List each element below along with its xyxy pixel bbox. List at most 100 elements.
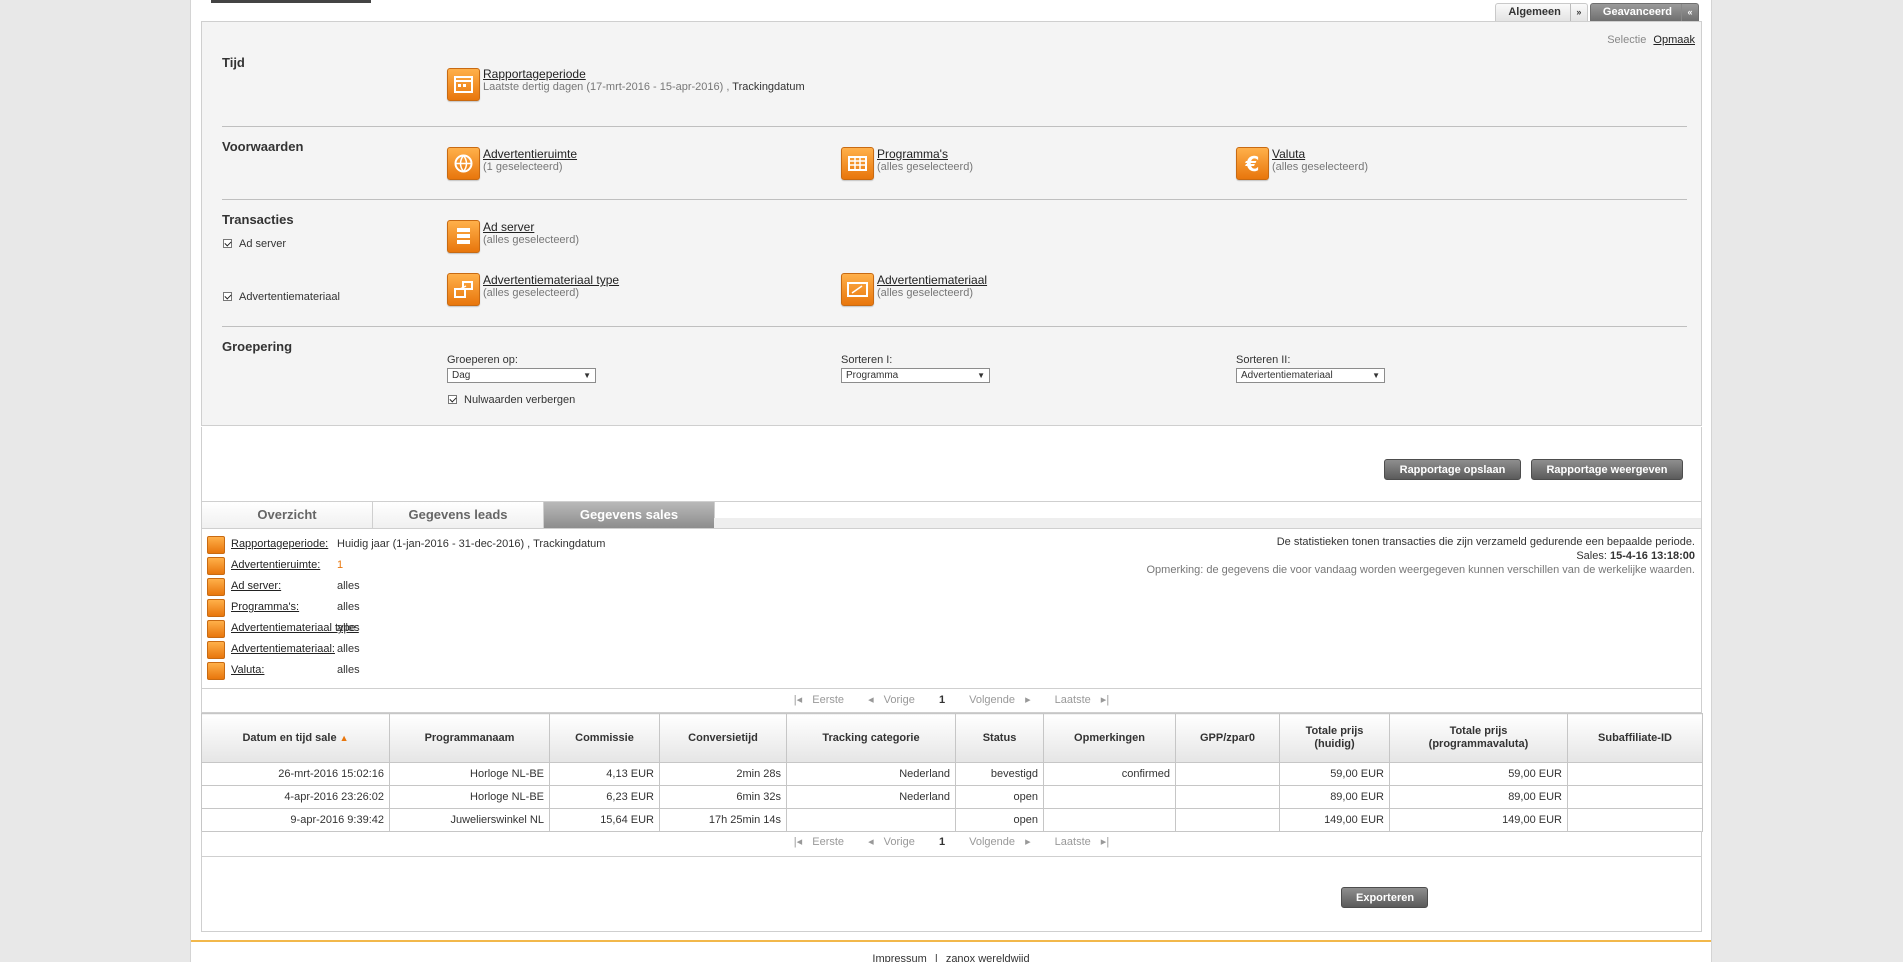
- sorteren2-label: Sorteren II:: [1236, 354, 1291, 366]
- groeperen-select[interactable]: Dag ▼: [447, 368, 596, 383]
- zanox-wereldwijd-link[interactable]: zanox wereldwijd: [946, 953, 1030, 962]
- banner-icon[interactable]: [841, 273, 874, 306]
- column-header-opmerkingen[interactable]: Opmerkingen: [1043, 713, 1176, 763]
- pager-prev-label: Vorige: [883, 694, 915, 706]
- column-header-totale-prijs-huidig[interactable]: Totale prijs (huidig): [1279, 713, 1390, 763]
- rapportageperiode-link[interactable]: Rapportageperiode: [483, 67, 586, 81]
- tab-bar-filler: [714, 518, 1701, 528]
- cell-status: open: [955, 808, 1044, 832]
- impressum-link[interactable]: Impressum: [872, 953, 926, 962]
- dropdown-arrow-icon: ▼: [1372, 371, 1380, 380]
- sorteren2-value: Advertentiemateriaal: [1241, 370, 1333, 381]
- summary-value[interactable]: 1: [337, 559, 343, 571]
- divider: [222, 326, 1687, 327]
- cell-totale-prijs-programmavaluta: 59,00 EUR: [1389, 762, 1568, 786]
- column-header-gpp[interactable]: GPP/zpar0: [1175, 713, 1280, 763]
- export-box: Exporteren: [201, 857, 1702, 932]
- summary-value: Huidig jaar (1-jan-2016 - 31-dec-2016) ,…: [337, 538, 606, 550]
- column-header-programmanaam[interactable]: Programmanaam: [389, 713, 550, 763]
- material-type-icon[interactable]: [447, 273, 480, 306]
- column-header-commissie[interactable]: Commissie: [549, 713, 660, 763]
- ad-server-link[interactable]: Ad server: [483, 220, 534, 234]
- ad-server-checkbox[interactable]: [223, 239, 232, 248]
- cell-commissie: 15,64 EUR: [549, 808, 660, 832]
- sales-label: Sales:: [1576, 550, 1607, 562]
- cell-totale-prijs-huidig: 89,00 EUR: [1279, 785, 1390, 809]
- cell-subaffiliate: [1567, 785, 1703, 809]
- exporteren-button[interactable]: Exporteren: [1341, 887, 1428, 908]
- collapse-icon[interactable]: «: [1681, 4, 1698, 21]
- calendar-icon[interactable]: [447, 68, 480, 101]
- tab-algemeen[interactable]: Algemeen »: [1495, 3, 1588, 21]
- report-buttons: Rapportage opslaan Rapportage weergeven: [201, 427, 1702, 502]
- summary-label[interactable]: Valuta:: [231, 664, 264, 676]
- valuta-link[interactable]: Valuta: [1272, 147, 1305, 161]
- pager-first[interactable]: |◂ Eerste: [794, 694, 851, 706]
- advertentieruimte-link[interactable]: Advertentieruimte: [483, 147, 577, 161]
- table-row: 4-apr-2016 23:26:02 Horloge NL-BE 6,23 E…: [201, 785, 1703, 809]
- globe-icon[interactable]: [447, 147, 480, 180]
- summary-label[interactable]: Ad server:: [231, 580, 281, 592]
- section-transacties: Transacties: [222, 212, 294, 227]
- sorteren2-select[interactable]: Advertentiemateriaal ▼: [1236, 368, 1385, 383]
- page: Algemeen » Geavanceerd « Selectie Opmaak…: [190, 0, 1712, 962]
- tab-geavanceerd[interactable]: Geavanceerd «: [1589, 3, 1699, 21]
- sorteren1-select[interactable]: Programma ▼: [841, 368, 990, 383]
- pager-last[interactable]: Laatste ▸|: [1048, 694, 1110, 706]
- nulwaarden-checkbox[interactable]: [448, 395, 457, 404]
- column-header-tracking-categorie[interactable]: Tracking categorie: [786, 713, 956, 763]
- summary-label[interactable]: Rapportageperiode:: [231, 538, 328, 550]
- pager-prev[interactable]: ◂ Vorige: [868, 694, 922, 706]
- programmas-link[interactable]: Programma's: [877, 147, 948, 161]
- tab-geavanceerd-label: Geavanceerd: [1602, 6, 1672, 18]
- advertentiemateriaal-checkbox-label: Advertentiemateriaal: [239, 291, 340, 303]
- grid-icon[interactable]: [841, 147, 874, 180]
- pager-next[interactable]: Volgende ▸: [962, 836, 1030, 848]
- opmaak-link[interactable]: Opmaak: [1653, 34, 1695, 46]
- section-groepering: Groepering: [222, 339, 293, 354]
- divider: [222, 199, 1687, 200]
- server-icon[interactable]: [447, 220, 480, 253]
- pager-next-label: Volgende: [969, 836, 1016, 848]
- column-header-datum[interactable]: Datum en tijd sale ▲: [201, 713, 390, 763]
- pager-first[interactable]: |◂ Eerste: [794, 836, 851, 848]
- page-title-bar: [211, 0, 371, 3]
- tab-overzicht[interactable]: Overzicht: [202, 502, 373, 528]
- pager-prev-label: Vorige: [883, 836, 915, 848]
- material-type-icon: [207, 620, 225, 638]
- info-text: De statistieken tonen transacties die zi…: [1276, 536, 1695, 548]
- adv-mat-value: (alles geselecteerd): [877, 287, 973, 299]
- column-header-totale-prijs-programmavaluta[interactable]: Totale prijs (programmavaluta): [1389, 713, 1568, 763]
- cell-conversietijd: 17h 25min 14s: [659, 808, 787, 832]
- tab-gegevens-leads[interactable]: Gegevens leads: [373, 502, 544, 528]
- rapportage-weergeven-button[interactable]: Rapportage weergeven: [1531, 459, 1683, 480]
- sales-value: 15-4-16 13:18:00: [1609, 550, 1695, 562]
- cell-opmerkingen: [1043, 785, 1176, 809]
- pager-first-label: Eerste: [812, 694, 845, 706]
- sales-table: Datum en tijd sale ▲ Programmanaam Commi…: [201, 713, 1703, 832]
- cell-tracking-categorie: Nederland: [786, 762, 956, 786]
- divider: [222, 126, 1687, 127]
- adv-mat-link[interactable]: Advertentiemateriaal: [877, 273, 987, 287]
- adv-type-link[interactable]: Advertentiemateriaal type: [483, 273, 619, 287]
- advertentieruimte-value: (1 geselecteerd): [483, 161, 563, 173]
- advertentiemateriaal-checkbox[interactable]: [223, 292, 232, 301]
- cell-programmanaam: Horloge NL-BE: [389, 785, 550, 809]
- expand-icon[interactable]: »: [1569, 4, 1587, 21]
- column-header-status[interactable]: Status: [955, 713, 1044, 763]
- pager-prev[interactable]: ◂ Vorige: [868, 836, 922, 848]
- column-header-conversietijd[interactable]: Conversietijd: [659, 713, 787, 763]
- pager-last[interactable]: Laatste ▸|: [1048, 836, 1110, 848]
- tab-gegevens-sales[interactable]: Gegevens sales: [544, 502, 715, 528]
- section-tijd: Tijd: [222, 55, 245, 70]
- cell-totale-prijs-programmavaluta: 89,00 EUR: [1389, 785, 1568, 809]
- pager-next[interactable]: Volgende ▸: [962, 694, 1030, 706]
- euro-icon[interactable]: €: [1236, 147, 1269, 180]
- footer-links: Impressum | zanox wereldwijd: [191, 953, 1711, 962]
- summary-label[interactable]: Programma's:: [231, 601, 299, 613]
- selectie-link[interactable]: Selectie: [1607, 34, 1646, 46]
- column-header-subaffiliate[interactable]: Subaffiliate-ID: [1567, 713, 1703, 763]
- summary-label[interactable]: Advertentieruimte:: [231, 559, 320, 571]
- summary-label[interactable]: Advertentiemateriaal:: [231, 643, 335, 655]
- rapportage-opslaan-button[interactable]: Rapportage opslaan: [1384, 459, 1521, 480]
